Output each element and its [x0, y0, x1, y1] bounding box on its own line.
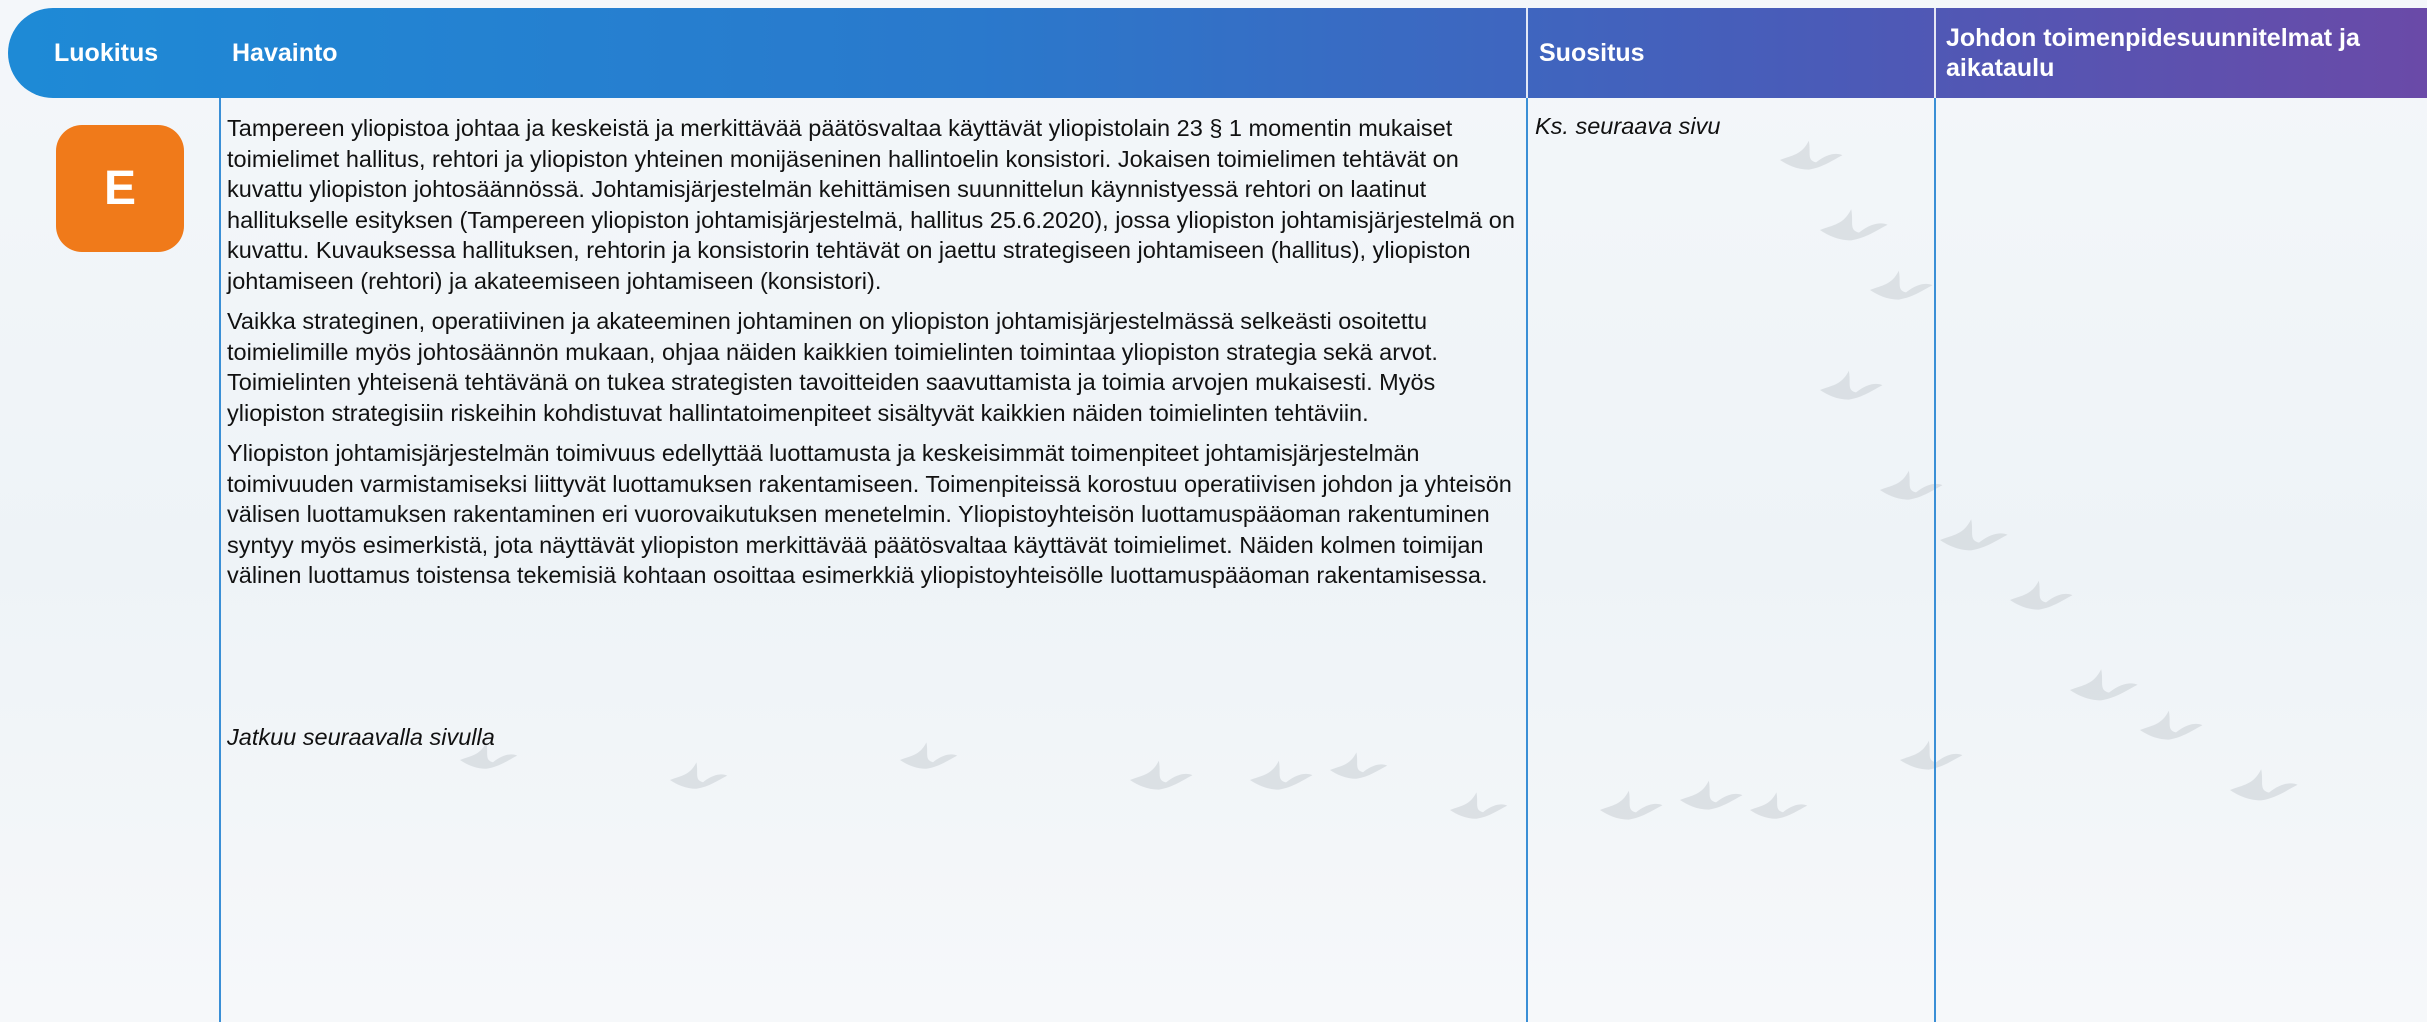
column-divider — [1934, 98, 1936, 1022]
finding-paragraph: Yliopiston johtamisjärjestelmän toimivuu… — [227, 440, 1512, 588]
header-management-plan: Johdon toimenpidesuunnitelmat ja aikatau… — [1946, 24, 2360, 82]
finding-paragraph: Vaikka strateginen, operatiivinen ja aka… — [227, 308, 1438, 426]
header-classification: Luokitus — [54, 39, 159, 67]
column-divider — [219, 98, 221, 1022]
table-header: Luokitus Havainto Suositus Johdon toimen… — [8, 8, 2427, 98]
continues-note: Jatkuu seuraavalla sivulla — [227, 724, 495, 750]
header-divider — [1526, 8, 1528, 98]
finding-text: Tampereen yliopistoa johtaa ja keskeistä… — [227, 113, 1527, 601]
header-finding: Havainto — [232, 39, 338, 67]
classification-badge: E — [56, 125, 184, 252]
header-recommendation: Suositus — [1539, 39, 1645, 67]
finding-paragraph: Tampereen yliopistoa johtaa ja keskeistä… — [227, 115, 1515, 294]
header-divider — [1934, 8, 1936, 98]
recommendation-text: Ks. seuraava sivu — [1535, 113, 1721, 139]
